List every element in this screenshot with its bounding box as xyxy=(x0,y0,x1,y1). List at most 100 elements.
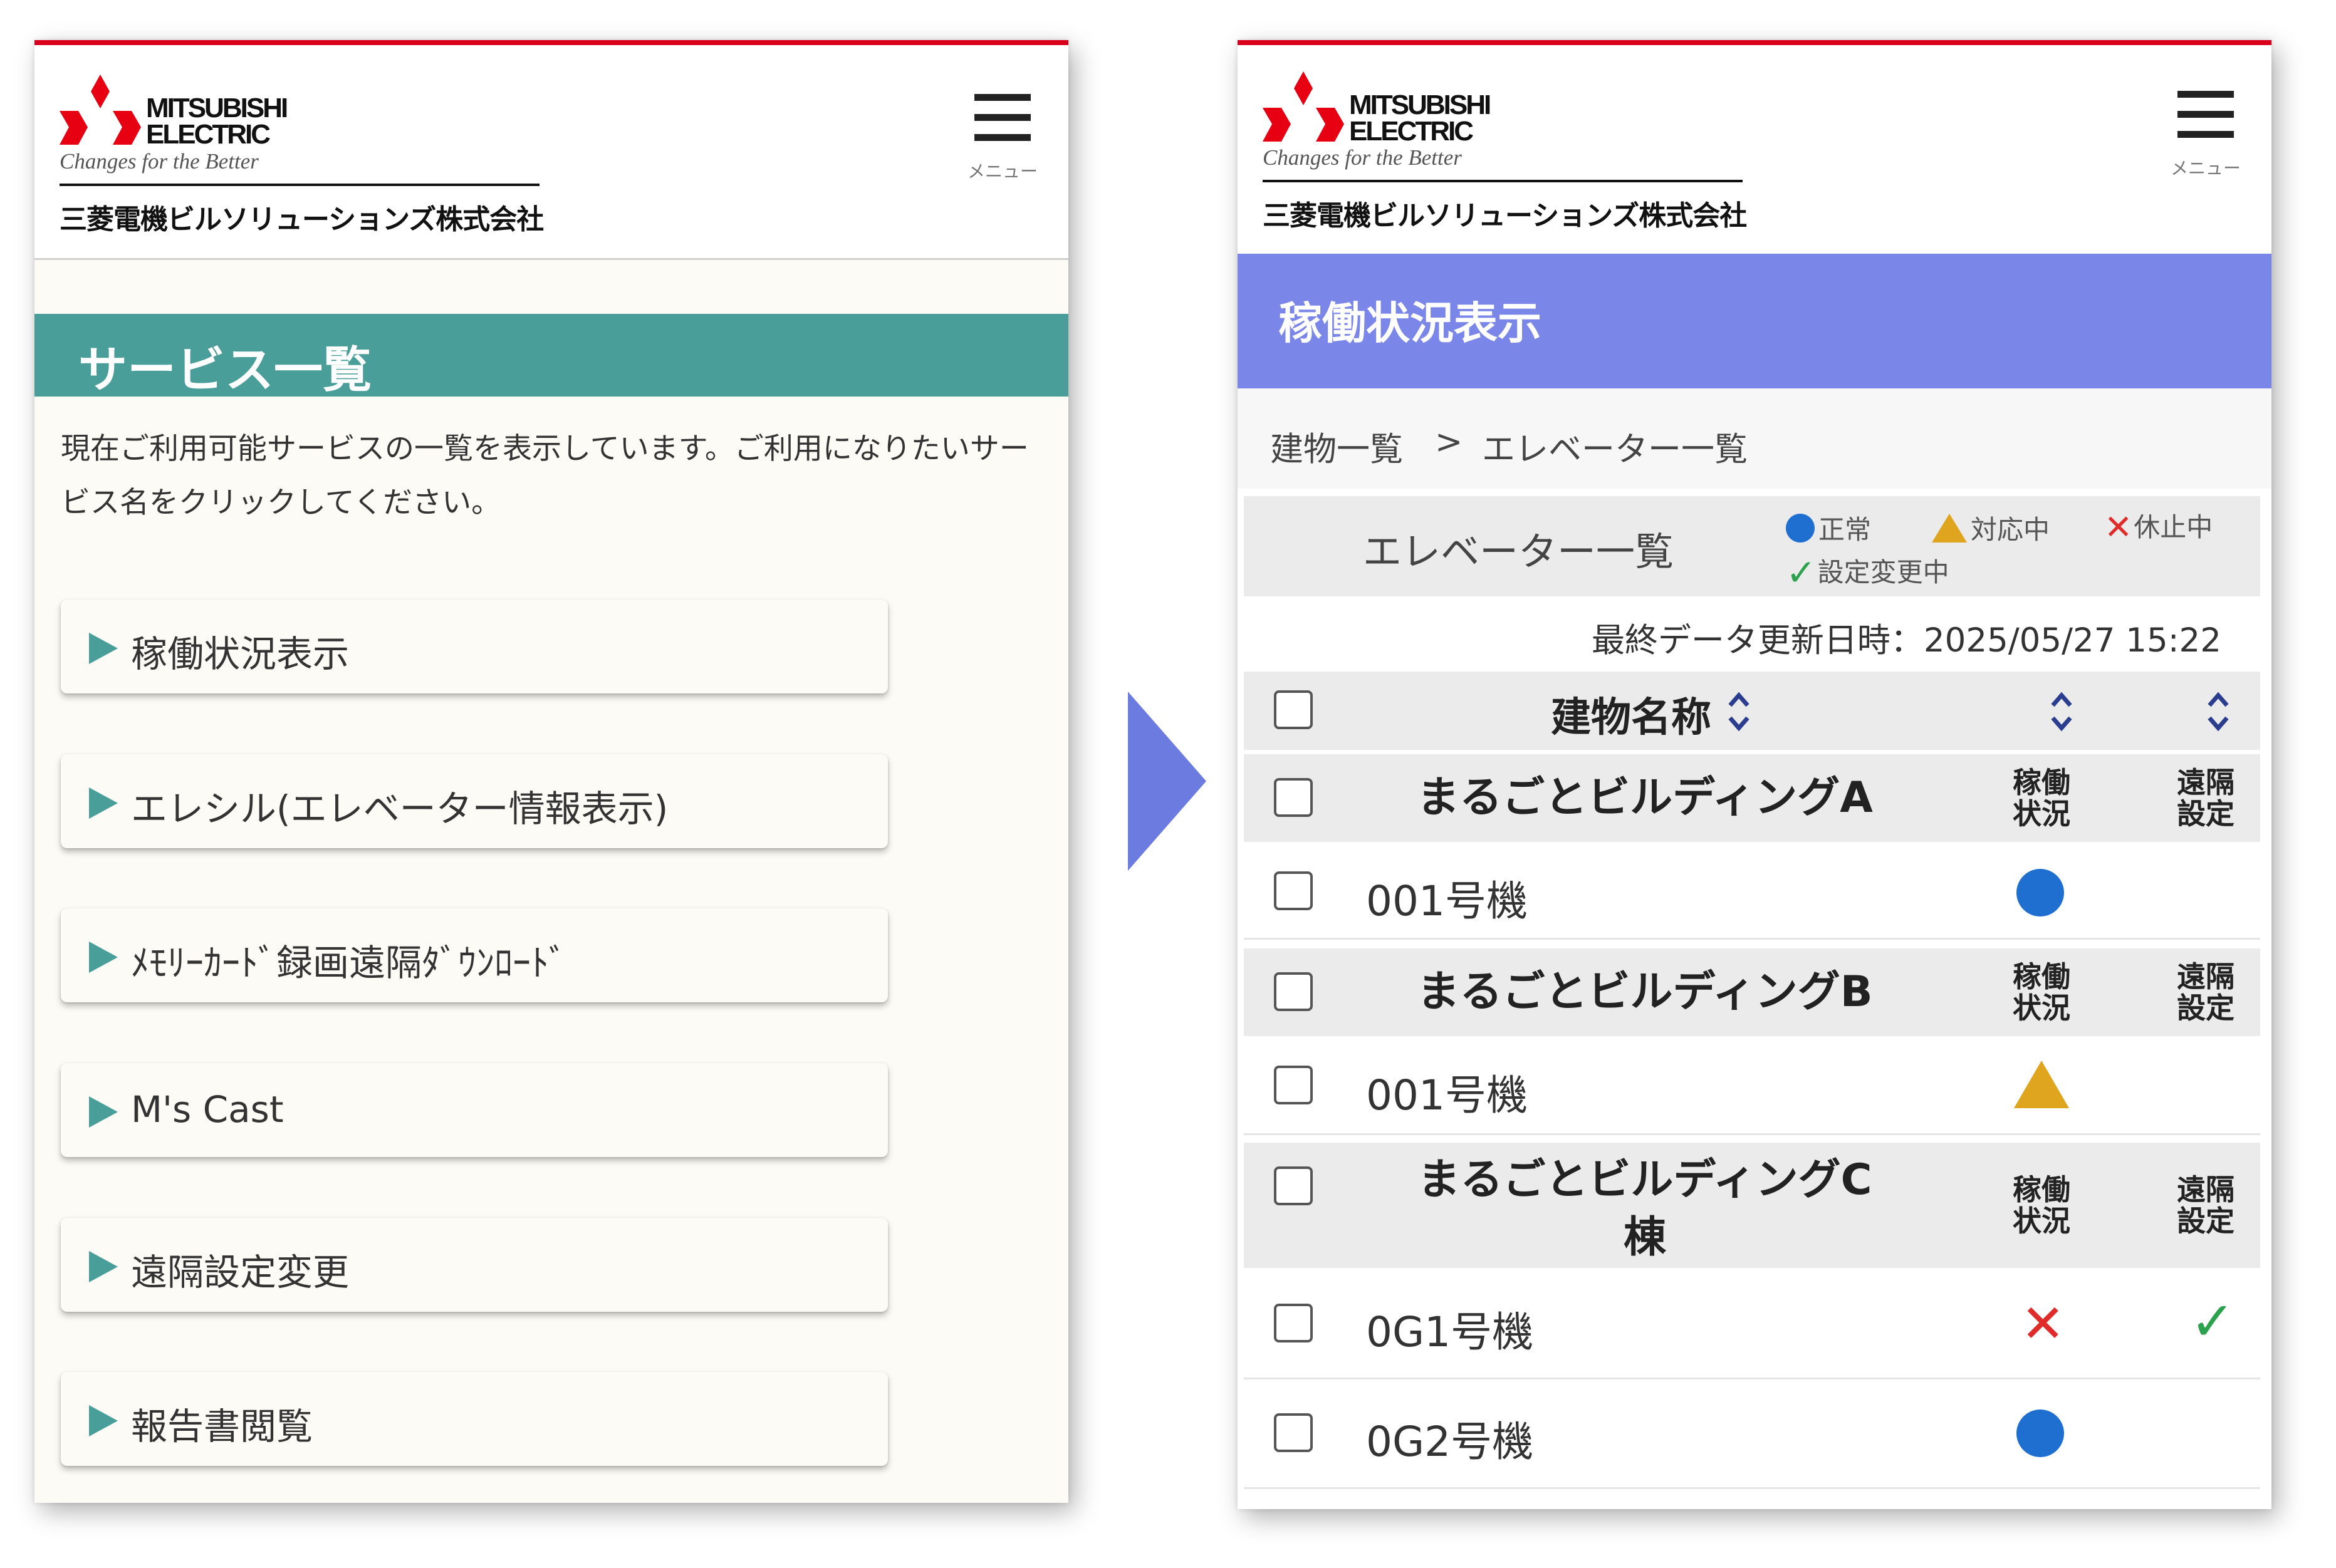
status-circle-icon xyxy=(2016,869,2064,916)
breadcrumb-building-list[interactable]: 建物一覧 xyxy=(1270,423,1403,470)
brand-divider xyxy=(60,184,540,186)
hamburger-menu-icon xyxy=(974,94,1031,101)
page-title: 稼働状況表示 xyxy=(1278,298,1541,349)
sort-icon[interactable] xyxy=(2049,687,2074,737)
status-circle-icon xyxy=(2016,1410,2064,1457)
column-header-building-name[interactable]: 建物名称 xyxy=(1551,685,1711,743)
breadcrumb-separator: > xyxy=(1435,423,1463,461)
unit-checkbox[interactable] xyxy=(1274,1413,1313,1452)
building-name[interactable]: まるごとビルディングA xyxy=(1388,769,1902,827)
unit-checkbox[interactable] xyxy=(1274,1066,1313,1104)
sort-icon[interactable] xyxy=(1726,687,1751,737)
building-row-b[interactable]: まるごとビルディングB 稼働 状況 遠隔 設定 xyxy=(1244,948,2260,1036)
unit-row[interactable]: 001号機 xyxy=(1244,1038,2260,1135)
company-name: 三菱電機ビルソリューションズ株式会社 xyxy=(1263,200,1747,232)
hamburger-menu-bar xyxy=(2177,131,2234,138)
brand-name: MITSUBISHI ELECTRIC xyxy=(1349,90,1491,147)
service-item-elesil[interactable]: エレシル(エレベーター情報表示) xyxy=(61,754,888,848)
operation-status-screen: MITSUBISHI ELECTRIC Changes for the Bett… xyxy=(1238,40,2271,1509)
legend-setting-changing: ✓設定変更中 xyxy=(1786,551,1949,594)
play-arrow-icon xyxy=(89,787,118,819)
menu-button[interactable]: メニュー xyxy=(956,89,1050,182)
unit-row[interactable]: 001号機 xyxy=(1244,844,2260,940)
breadcrumb: 建物一覧 > エレベーター一覧 xyxy=(1238,388,2271,489)
service-label: M's Cast xyxy=(131,1088,284,1131)
status-cross-icon: ✕ xyxy=(2021,1293,2065,1354)
intro-text: 現在ご利用可能サービスの一覧を表示しています。ご利用になりたいサービス名をクリッ… xyxy=(61,432,1029,520)
unit-checkbox[interactable] xyxy=(1274,871,1313,910)
mitsubishi-logo-icon xyxy=(60,75,141,145)
page-title: サービス一覧 xyxy=(78,342,372,398)
column-remote-setting: 遠隔 設定 xyxy=(2177,960,2234,1025)
service-item-ms-cast[interactable]: M's Cast xyxy=(61,1063,888,1157)
play-arrow-icon xyxy=(89,1251,118,1282)
menu-label: メニュー xyxy=(2170,158,2241,179)
legend-stopped: ✕休止中 xyxy=(2104,506,2213,547)
legend-label: 対応中 xyxy=(1971,514,2050,545)
site-header: MITSUBISHI ELECTRIC Changes for the Bett… xyxy=(34,45,1068,260)
service-label: 稼働状況表示 xyxy=(131,633,350,675)
brand-name: MITSUBISHI ELECTRIC xyxy=(146,93,288,150)
unit-checkbox[interactable] xyxy=(1274,1304,1313,1342)
status-triangle-icon xyxy=(2014,1061,2069,1108)
menu-button[interactable]: メニュー xyxy=(2159,86,2253,179)
sort-icon[interactable] xyxy=(2206,687,2231,737)
legend-in-progress: 対応中 xyxy=(1932,509,2050,547)
menu-label: メニュー xyxy=(967,161,1038,182)
brand-top-bar xyxy=(1238,40,2271,45)
service-item-memory-card-download[interactable]: ﾒﾓﾘｰｶｰﾄﾞ録画遠隔ﾀﾞｳﾝﾛｰﾄﾞ xyxy=(61,908,888,1002)
brand-tagline: Changes for the Better xyxy=(60,149,259,174)
column-remote-setting: 遠隔 設定 xyxy=(2177,1173,2234,1238)
brand-tagline: Changes for the Better xyxy=(1263,145,1462,170)
table-header-row: 建物名称 xyxy=(1244,672,2260,750)
building-checkbox[interactable] xyxy=(1274,1166,1313,1205)
unit-name[interactable]: 0G2号機 xyxy=(1366,1408,1533,1468)
service-list-screen: MITSUBISHI ELECTRIC Changes for the Bett… xyxy=(34,40,1068,1503)
column-operation-status: 稼働 状況 xyxy=(2013,960,2070,1025)
hamburger-menu-bar xyxy=(974,134,1031,141)
brand-top-bar xyxy=(34,40,1068,45)
legend-normal: 正常 xyxy=(1786,509,1871,547)
building-checkbox[interactable] xyxy=(1274,778,1313,817)
service-label: エレシル(エレベーター情報表示) xyxy=(131,787,669,830)
play-arrow-icon xyxy=(89,942,118,973)
select-all-checkbox[interactable] xyxy=(1274,690,1313,729)
column-remote-setting: 遠隔 設定 xyxy=(2177,766,2234,831)
last-updated: 最終データ更新日時：2025/05/27 15:22 xyxy=(1591,621,2221,660)
unit-name[interactable]: 001号機 xyxy=(1366,868,1528,928)
legend-label: 設定変更中 xyxy=(1817,557,1949,588)
play-arrow-icon xyxy=(89,1096,118,1128)
status-check-icon: ✓ xyxy=(1786,551,1817,594)
service-label: 遠隔設定変更 xyxy=(131,1251,350,1294)
building-name[interactable]: まるごとビルディングB xyxy=(1388,963,1902,1021)
legend-label: 正常 xyxy=(1818,514,1872,545)
breadcrumb-elevator-list: エレベーター一覧 xyxy=(1482,430,1748,469)
unit-name[interactable]: 0G1号機 xyxy=(1366,1299,1533,1359)
building-row-a[interactable]: まるごとビルディングA 稼働 状況 遠隔 設定 xyxy=(1244,754,2260,842)
mitsubishi-logo-icon xyxy=(1263,71,1344,142)
unit-name[interactable]: 001号機 xyxy=(1366,1062,1528,1122)
building-checkbox[interactable] xyxy=(1274,972,1313,1011)
site-header: MITSUBISHI ELECTRIC Changes for the Bett… xyxy=(1238,45,2271,256)
building-row-c[interactable]: まるごとビルディングC 棟 稼働 状況 遠隔 設定 xyxy=(1244,1143,2260,1268)
unit-row[interactable]: 0G2号機 xyxy=(1244,1379,2260,1489)
list-header: エレベーター一覧 正常 対応中 ✕休止中 ✓設定変更中 xyxy=(1244,496,2260,596)
column-operation-status: 稼働 状況 xyxy=(2013,766,2070,831)
page-title-bar: 稼働状況表示 xyxy=(1238,254,2271,388)
transition-arrow-icon xyxy=(1128,692,1206,871)
status-cross-icon: ✕ xyxy=(2104,507,2133,547)
play-arrow-icon xyxy=(89,633,118,664)
service-item-operation-status[interactable]: 稼働状況表示 xyxy=(61,600,888,693)
service-label: ﾒﾓﾘｰｶｰﾄﾞ録画遠隔ﾀﾞｳﾝﾛｰﾄﾞ xyxy=(131,942,568,984)
hamburger-menu-bar xyxy=(2177,111,2234,118)
page-title-bar: サービス一覧 xyxy=(34,314,1068,398)
hamburger-menu-icon xyxy=(2177,91,2234,98)
status-circle-icon xyxy=(1786,514,1815,543)
hamburger-menu-bar xyxy=(974,114,1031,121)
service-item-remote-setting[interactable]: 遠隔設定変更 xyxy=(61,1218,888,1312)
unit-row[interactable]: 0G1号機 ✕ ✓ xyxy=(1244,1270,2260,1379)
brand-divider xyxy=(1263,180,1743,182)
service-item-report[interactable]: 報告書閲覧 xyxy=(61,1372,888,1466)
column-operation-status: 稼働 状況 xyxy=(2013,1173,2070,1238)
building-name[interactable]: まるごとビルディングC 棟 xyxy=(1388,1151,1902,1267)
